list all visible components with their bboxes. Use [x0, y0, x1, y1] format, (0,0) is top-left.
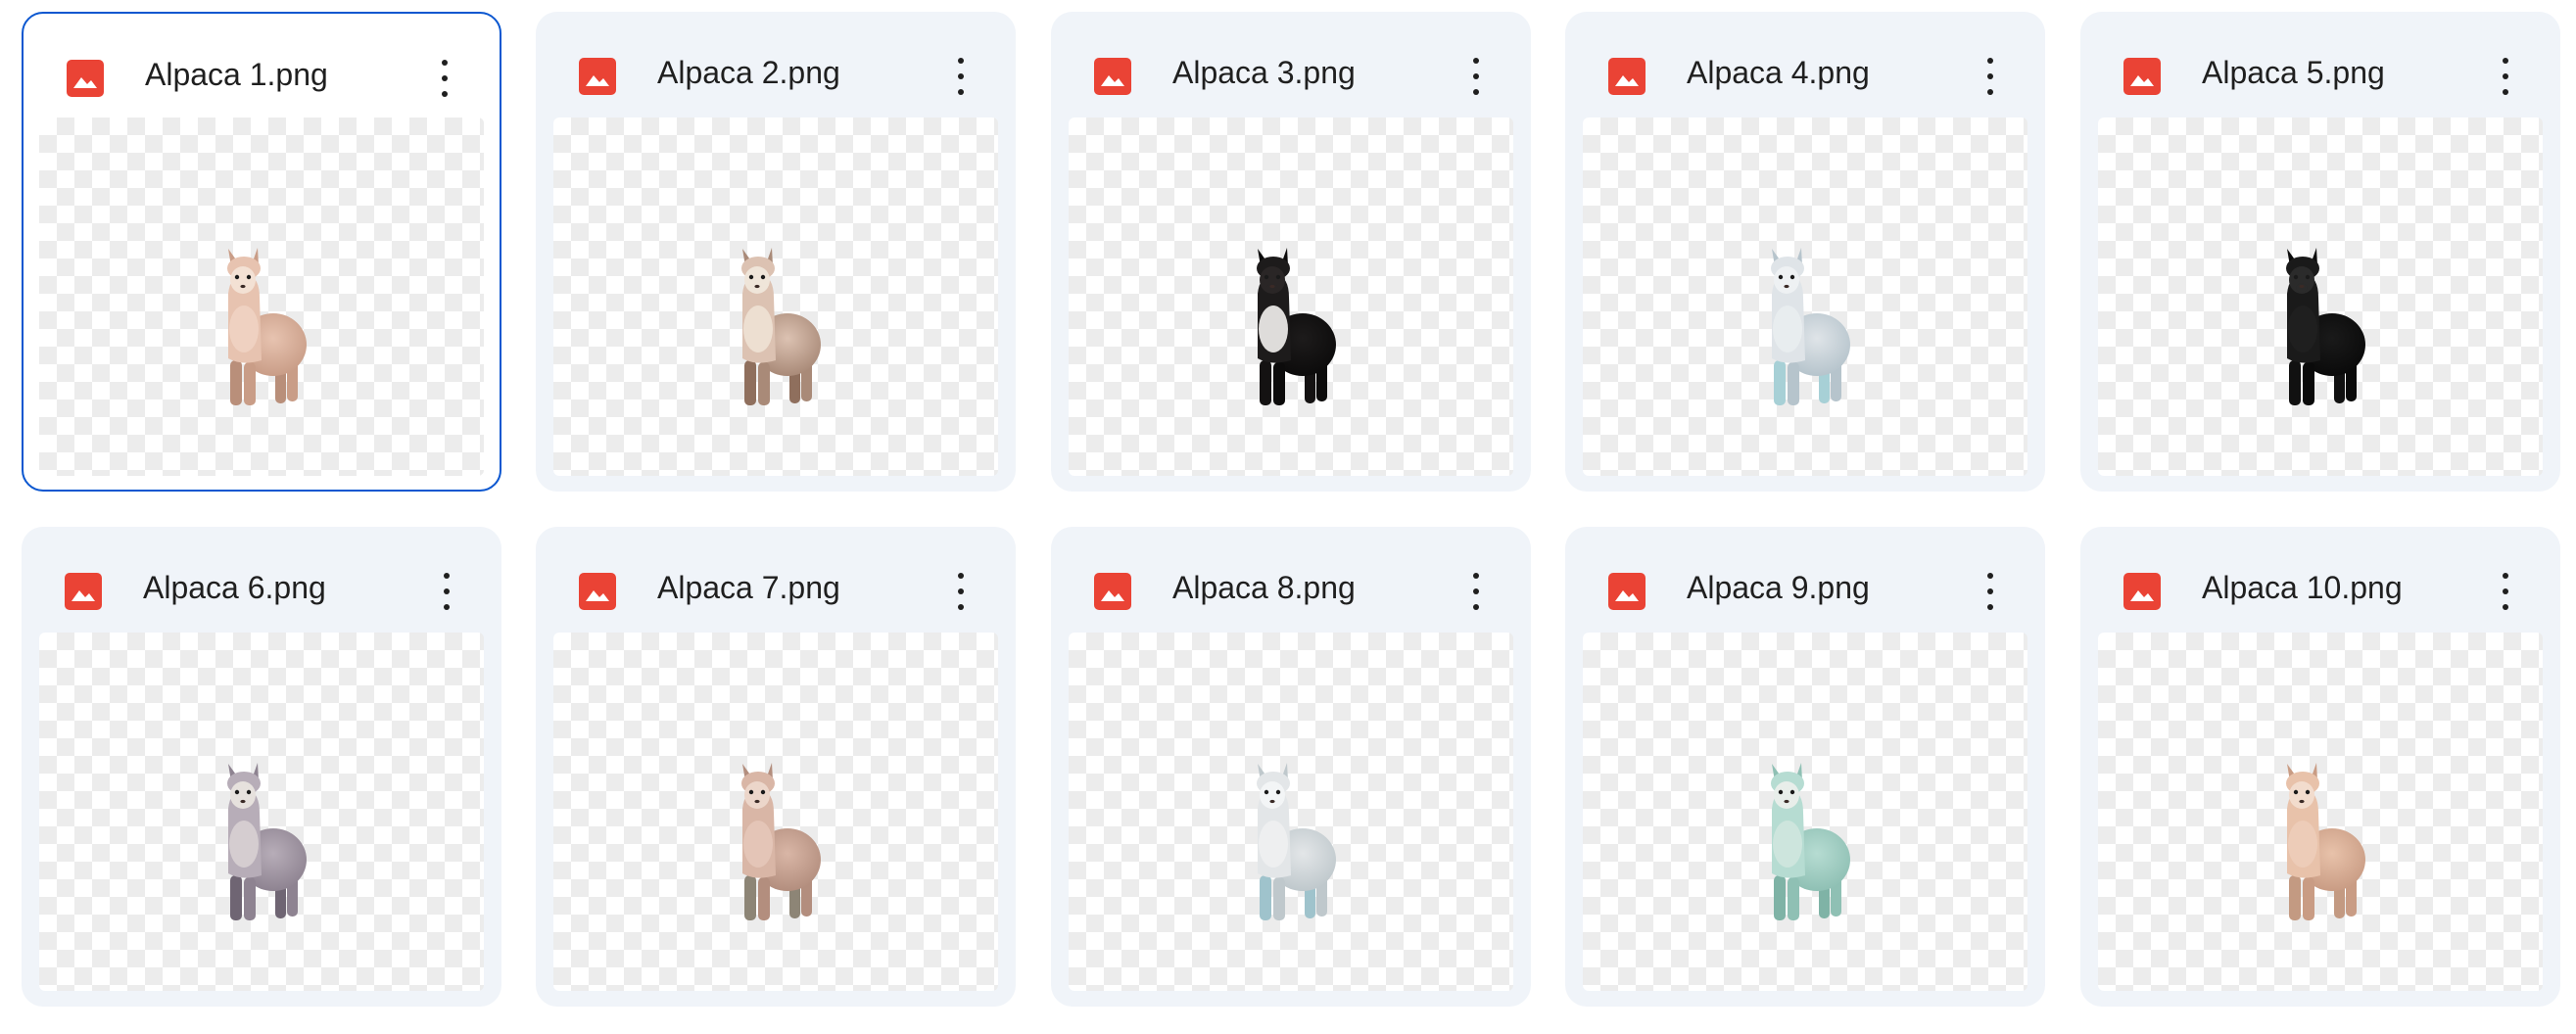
file-card-header: Alpaca 6.png — [22, 527, 501, 633]
alpaca-image — [727, 760, 825, 926]
alpaca-image — [2271, 760, 2369, 926]
file-thumbnail — [2098, 633, 2543, 991]
image-file-icon — [1608, 58, 1646, 95]
file-card-header: Alpaca 5.png — [2080, 12, 2560, 118]
more-vert-icon — [958, 58, 964, 64]
more-options-button[interactable] — [2478, 47, 2533, 106]
more-options-button[interactable] — [933, 562, 988, 621]
more-options-button[interactable] — [1449, 47, 1503, 106]
more-vert-icon — [2503, 58, 2508, 64]
image-file-icon — [579, 58, 616, 95]
file-name: Alpaca 10.png — [2202, 570, 2403, 605]
file-name: Alpaca 7.png — [657, 570, 840, 605]
more-vert-icon — [1473, 58, 1479, 64]
file-thumbnail — [1069, 118, 1513, 476]
file-thumbnail — [1583, 118, 2027, 476]
file-thumbnail — [39, 633, 484, 991]
file-name: Alpaca 3.png — [1172, 55, 1356, 90]
file-card[interactable]: Alpaca 8.png — [1051, 527, 1531, 1007]
file-card[interactable]: Alpaca 4.png — [1565, 12, 2045, 492]
more-vert-icon — [1987, 573, 1993, 579]
more-options-button[interactable] — [1963, 47, 2018, 106]
file-card[interactable]: Alpaca 2.png — [536, 12, 1016, 492]
file-card-header: Alpaca 4.png — [1565, 12, 2045, 118]
file-name: Alpaca 4.png — [1687, 55, 1870, 90]
more-vert-icon — [2503, 573, 2508, 579]
file-card-header: Alpaca 8.png — [1051, 527, 1531, 633]
more-vert-icon — [1473, 573, 1479, 579]
image-file-icon — [2123, 573, 2161, 610]
image-file-icon — [579, 573, 616, 610]
image-file-icon — [2123, 58, 2161, 95]
more-vert-icon — [1987, 58, 1993, 64]
alpaca-image — [2271, 245, 2369, 411]
file-card-header: Alpaca 2.png — [536, 12, 1016, 118]
more-options-button[interactable] — [2478, 562, 2533, 621]
image-file-icon — [67, 60, 104, 97]
image-file-icon — [1094, 58, 1131, 95]
file-thumbnail — [39, 118, 484, 476]
file-grid: Alpaca 1.png Alpaca 2.png Alpaca 3.png A… — [0, 0, 2576, 1034]
alpaca-image — [1756, 245, 1854, 411]
alpaca-image — [1242, 245, 1340, 411]
alpaca-image — [213, 760, 310, 926]
image-file-icon — [1094, 573, 1131, 610]
file-card-header: Alpaca 1.png — [24, 14, 500, 119]
file-card[interactable]: Alpaca 6.png — [22, 527, 501, 1007]
file-card-header: Alpaca 3.png — [1051, 12, 1531, 118]
file-card[interactable]: Alpaca 3.png — [1051, 12, 1531, 492]
file-card[interactable]: Alpaca 5.png — [2080, 12, 2560, 492]
file-thumbnail — [553, 118, 998, 476]
file-card[interactable]: Alpaca 7.png — [536, 527, 1016, 1007]
file-thumbnail — [1583, 633, 2027, 991]
file-name: Alpaca 9.png — [1687, 570, 1870, 605]
more-vert-icon — [444, 573, 450, 579]
file-card-header: Alpaca 10.png — [2080, 527, 2560, 633]
alpaca-image — [727, 245, 825, 411]
file-name: Alpaca 5.png — [2202, 55, 2385, 90]
image-file-icon — [1608, 573, 1646, 610]
more-options-button[interactable] — [933, 47, 988, 106]
more-vert-icon — [442, 60, 448, 66]
file-name: Alpaca 6.png — [143, 570, 326, 605]
alpaca-image — [213, 245, 310, 411]
file-card-header: Alpaca 7.png — [536, 527, 1016, 633]
file-card-header: Alpaca 9.png — [1565, 527, 2045, 633]
image-file-icon — [65, 573, 102, 610]
more-options-button[interactable] — [417, 49, 472, 108]
file-name: Alpaca 2.png — [657, 55, 840, 90]
more-options-button[interactable] — [419, 562, 474, 621]
file-thumbnail — [2098, 118, 2543, 476]
more-options-button[interactable] — [1449, 562, 1503, 621]
file-card[interactable]: Alpaca 1.png — [22, 12, 501, 492]
file-card[interactable]: Alpaca 9.png — [1565, 527, 2045, 1007]
more-options-button[interactable] — [1963, 562, 2018, 621]
file-name: Alpaca 8.png — [1172, 570, 1356, 605]
more-vert-icon — [958, 573, 964, 579]
file-thumbnail — [553, 633, 998, 991]
file-name: Alpaca 1.png — [145, 57, 328, 92]
file-thumbnail — [1069, 633, 1513, 991]
alpaca-image — [1242, 760, 1340, 926]
file-card[interactable]: Alpaca 10.png — [2080, 527, 2560, 1007]
alpaca-image — [1756, 760, 1854, 926]
